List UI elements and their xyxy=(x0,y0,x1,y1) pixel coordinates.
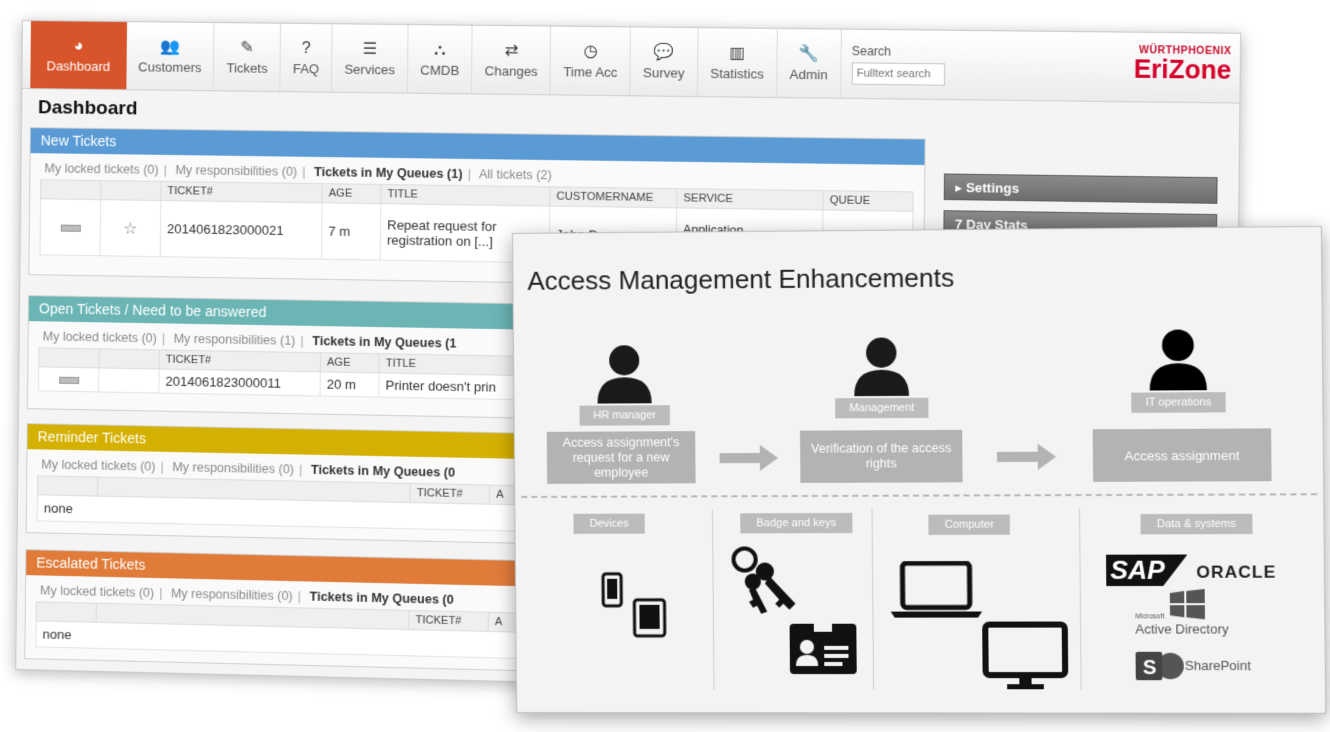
column-divider xyxy=(711,509,715,691)
tab-responsibilities[interactable]: My responsibilities (0) xyxy=(172,460,294,477)
column-divider xyxy=(1079,508,1082,691)
sharepoint-logo-icon: S xyxy=(1135,651,1184,681)
svg-text:S: S xyxy=(1143,657,1157,679)
role-management: Management xyxy=(825,335,937,419)
sidebar-settings[interactable]: ▸ Settings xyxy=(943,173,1218,204)
category-computer: Computer xyxy=(928,514,1011,535)
sharepoint-logo: SharePoint xyxy=(1184,657,1251,674)
windows-logo-icon xyxy=(1169,588,1205,620)
access-management-slide: Access Management Enhancements HR manage… xyxy=(512,225,1327,714)
nav-changes[interactable]: ⇄ Changes xyxy=(472,25,552,95)
tickets-icon: ✎ xyxy=(240,38,255,57)
role-label: HR manager xyxy=(579,405,671,426)
oracle-logo: ORACLE xyxy=(1196,562,1277,582)
tab-locked[interactable]: My locked tickets (0) xyxy=(41,457,155,473)
tab-responsibilities[interactable]: My responsibilities (1) xyxy=(174,332,296,348)
microsoft-label: Microsoft xyxy=(1135,613,1165,621)
nav-cmdb[interactable]: ⛬ CMDB xyxy=(407,25,473,94)
tab-locked[interactable]: My locked tickets (0) xyxy=(40,583,154,600)
nav-faq[interactable]: ? FAQ xyxy=(280,23,333,92)
caret-right-icon: ▸ xyxy=(955,179,966,196)
clock-icon: ◷ xyxy=(583,42,598,60)
main-navbar: ◕ Dashboard 👥 Customers ✎ Tickets ? FAQ … xyxy=(22,21,1241,104)
category-badge-keys: Badge and keys xyxy=(740,512,853,534)
tab-my-queues[interactable]: Tickets in My Queues (1 xyxy=(312,334,456,351)
nav-dashboard[interactable]: ◕ Dashboard xyxy=(30,21,127,90)
role-label: Management xyxy=(834,397,929,419)
nav-admin[interactable]: 🔧 Admin xyxy=(776,28,842,98)
col-customer[interactable]: CUSTOMERNAME xyxy=(549,186,677,208)
statistics-icon: ▥ xyxy=(729,44,746,62)
laptop-icon xyxy=(890,561,983,618)
sap-logo: SAP xyxy=(1106,555,1188,587)
ticket-age: 20 m xyxy=(320,371,380,398)
col-age[interactable]: AGE xyxy=(322,183,382,204)
nav-services[interactable]: ☰ Services xyxy=(332,24,409,93)
nav-customers[interactable]: 👥 Customers xyxy=(125,22,215,91)
ticket-number-link[interactable]: 2014061823000011 xyxy=(158,368,321,397)
slide-title: Access Management Enhancements xyxy=(527,262,955,296)
tab-my-queues[interactable]: Tickets in My Queues (0 xyxy=(311,463,455,480)
arrow-right-icon xyxy=(719,444,779,472)
search-label: Search xyxy=(851,43,892,59)
lock-icon xyxy=(60,224,81,232)
person-icon xyxy=(854,337,910,397)
lock-icon xyxy=(58,376,79,385)
category-devices: Devices xyxy=(573,513,645,534)
ticket-number-link[interactable]: 2014061823000021 xyxy=(160,200,323,260)
fulltext-search-input[interactable] xyxy=(851,61,945,86)
role-box-assignment: Access assignment xyxy=(1092,428,1272,482)
role-label: IT operations xyxy=(1131,392,1226,413)
col-title[interactable]: TITLE xyxy=(380,184,550,207)
services-icon: ☰ xyxy=(362,40,378,58)
active-directory-logo: Active Directory xyxy=(1135,621,1229,637)
col-queue[interactable]: QUEUE xyxy=(822,190,914,212)
col-ticket[interactable]: TICKET# xyxy=(160,181,323,203)
tab-my-queues[interactable]: Tickets in My Queues (0 xyxy=(310,590,454,607)
tab-responsibilities[interactable]: My responsibilities (0) xyxy=(171,586,293,603)
ticket-age: 7 m xyxy=(321,202,381,261)
section-divider xyxy=(521,493,1318,498)
role-hr-manager: HR manager xyxy=(574,343,675,426)
col-ticket[interactable]: TICKET# xyxy=(410,483,490,505)
survey-icon: 💬 xyxy=(653,43,675,61)
brand-product: EriZone xyxy=(1133,55,1232,86)
tab-locked[interactable]: My locked tickets (0) xyxy=(43,329,157,345)
col-service[interactable]: SERVICE xyxy=(676,188,824,210)
keys-icon xyxy=(730,545,796,614)
nav-time-acc[interactable]: ◷ Time Acc xyxy=(550,26,632,96)
tab-locked[interactable]: My locked tickets (0) xyxy=(44,161,158,177)
tab-all-tickets[interactable]: All tickets (2) xyxy=(479,167,552,182)
nav-statistics[interactable]: ▥ Statistics xyxy=(697,28,778,98)
nav-tickets[interactable]: ✎ Tickets xyxy=(214,23,282,92)
nav-survey[interactable]: 💬 Survey xyxy=(630,27,699,97)
role-box-verification: Verification of the access rights xyxy=(799,429,963,483)
role-box-request: Access assignment's request for a new em… xyxy=(546,431,696,484)
search-area: Search xyxy=(841,30,956,100)
person-icon xyxy=(1149,329,1207,391)
tab-responsibilities[interactable]: My responsibilities (0) xyxy=(175,163,297,179)
role-it-operations: IT operations xyxy=(1116,327,1240,413)
customers-icon: 👥 xyxy=(159,37,181,56)
faq-icon: ? xyxy=(301,39,311,57)
tab-my-queues[interactable]: Tickets in My Queues (1) xyxy=(314,165,463,181)
star-icon[interactable]: ☆ xyxy=(123,220,138,237)
mobile-devices-icon xyxy=(600,572,671,638)
col-age[interactable]: AGE xyxy=(320,352,380,373)
person-icon xyxy=(597,345,652,404)
changes-icon: ⇄ xyxy=(504,41,519,60)
column-divider xyxy=(871,508,875,691)
category-data-systems: Data & systems xyxy=(1140,513,1253,535)
arrow-right-icon xyxy=(996,443,1057,471)
desktop-monitor-icon xyxy=(982,622,1068,690)
cmdb-icon: ⛬ xyxy=(434,40,446,59)
id-badge-icon xyxy=(789,623,857,675)
col-ticket[interactable]: TICKET# xyxy=(408,610,489,632)
wrench-icon: 🔧 xyxy=(798,44,820,63)
dashboard-gauge-icon: ◕ xyxy=(73,37,84,55)
brand-logo: WÜRTHPHOENIX EriZone xyxy=(1133,45,1232,86)
